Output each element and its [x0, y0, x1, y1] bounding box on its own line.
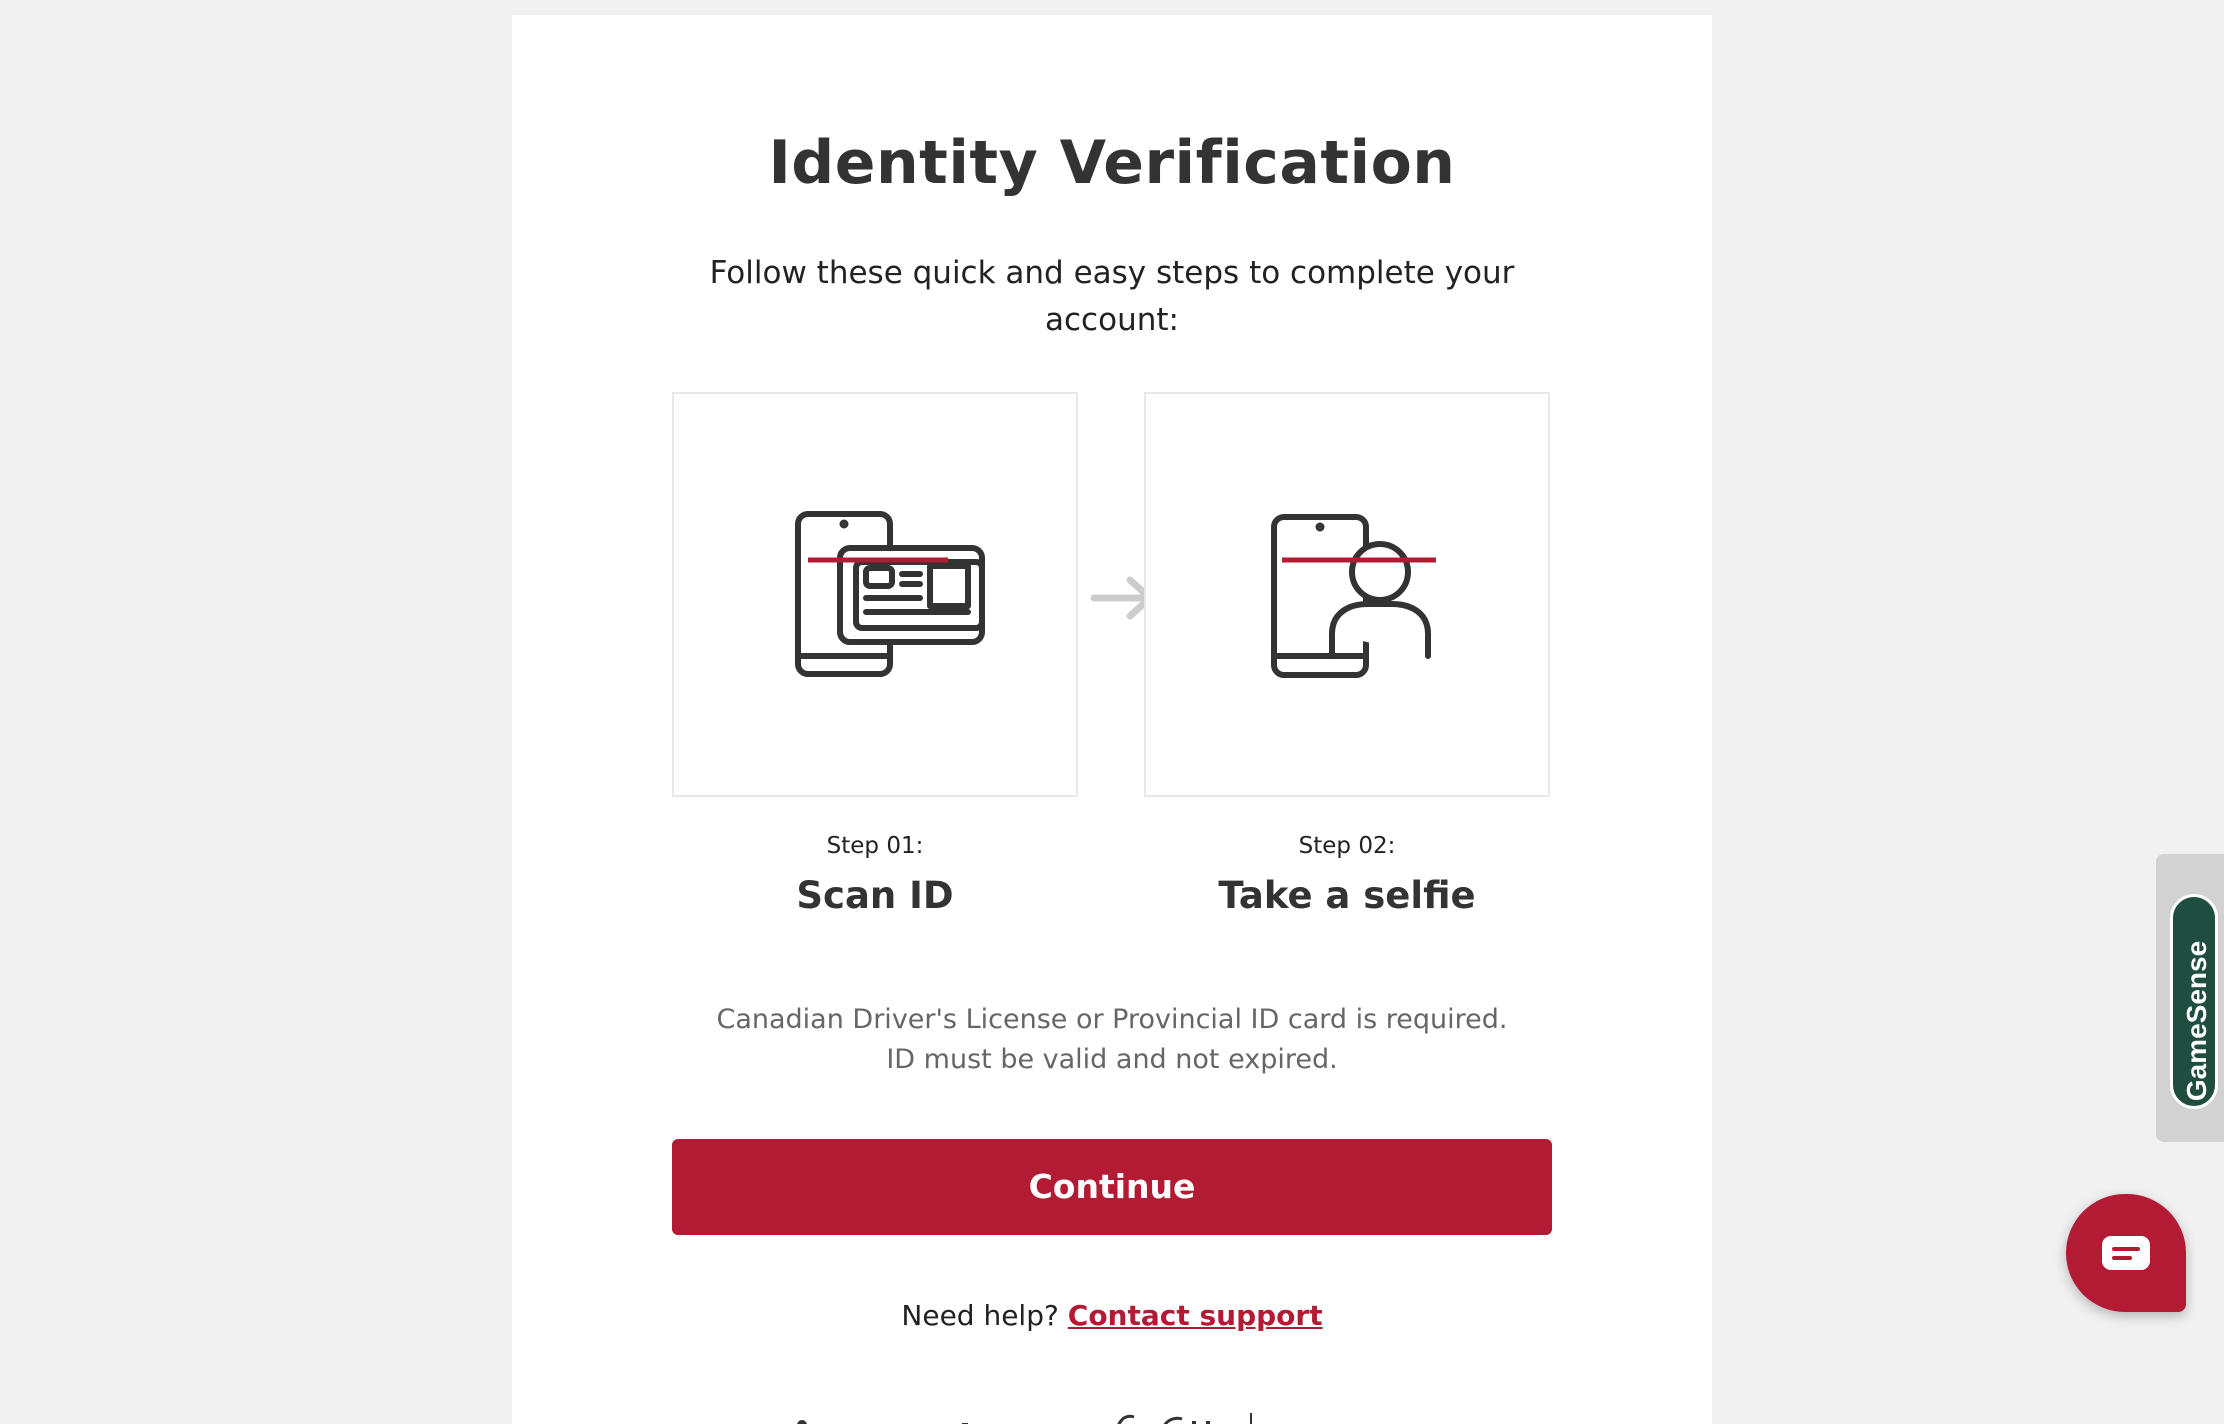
contact-support-link[interactable]: Contact support [1068, 1299, 1323, 1332]
step-card-scan-id [672, 392, 1078, 797]
requirement-line-2: ID must be valid and not expired. [886, 1044, 1338, 1075]
footer-logos [772, 1411, 1472, 1424]
step-2-title: Take a selfie [1218, 874, 1476, 917]
phone-id-card-scan-icon [795, 511, 985, 677]
requirement-line-1: Canadian Driver's License or Provincial … [716, 1004, 1508, 1035]
step-1-label: Step 01: [826, 833, 924, 859]
page-title: Identity Verification [768, 128, 1456, 198]
help-prefix: Need help? [901, 1299, 1059, 1332]
chat-button[interactable] [2066, 1194, 2186, 1312]
partner-logos-icon [797, 1413, 1252, 1424]
gamesense-tab[interactable]: GameSense [2156, 854, 2224, 1142]
id-requirements: Canadian Driver's License or Provincial … [612, 1000, 1612, 1080]
step-card-selfie [1144, 392, 1550, 797]
continue-button[interactable]: Continue [672, 1139, 1552, 1235]
verification-panel: Identity Verification Follow these quick… [512, 15, 1712, 1424]
step-1-title: Scan ID [796, 874, 954, 917]
phone-selfie-scan-icon [1271, 514, 1436, 678]
help-line: Need help? Contact support [512, 1299, 1712, 1332]
gamesense-badge: GameSense [2170, 894, 2218, 1109]
gamesense-label: GameSense [2181, 940, 2212, 1102]
page-subtitle: Follow these quick and easy steps to com… [709, 255, 1515, 338]
chat-bubble-icon [2102, 1236, 2150, 1270]
step-2-label: Step 02: [1298, 833, 1396, 859]
